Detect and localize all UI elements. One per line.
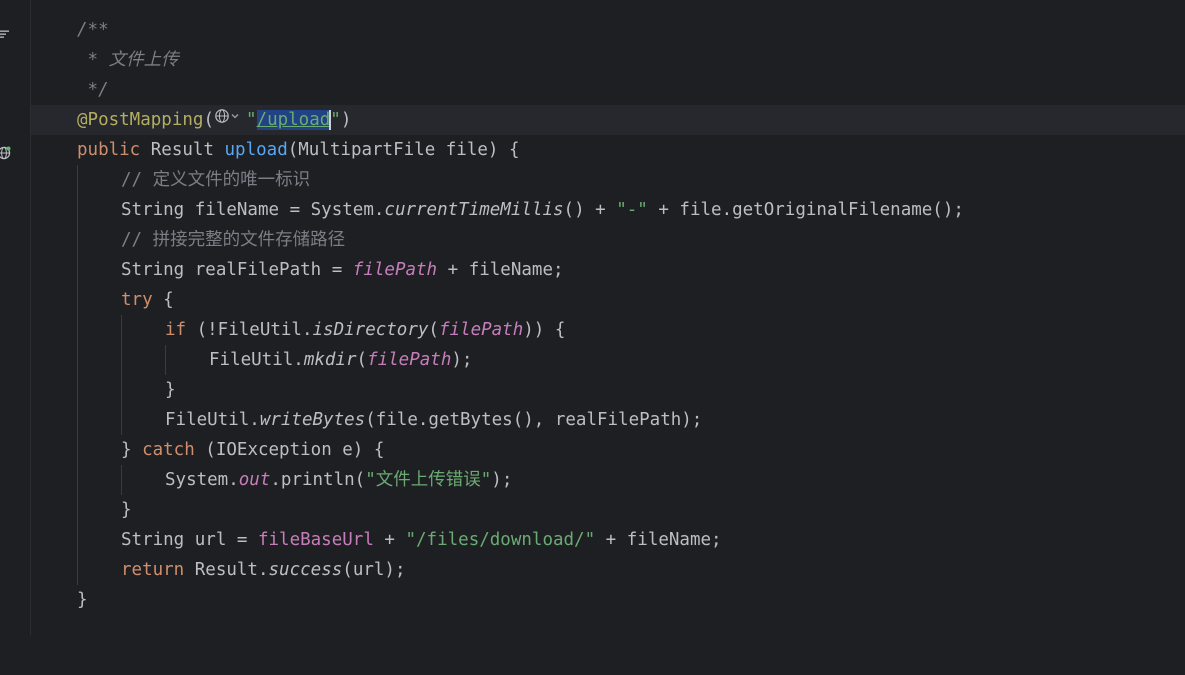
code-line-3: */ [31,75,1185,105]
code-line-19: return Result.success(url); [31,555,1185,585]
code-line-16: System.out.println("文件上传错误"); [31,465,1185,495]
chevron-down-icon [231,114,239,119]
code-line-13: } [31,375,1185,405]
code-line-11: if (!FileUtil.isDirectory(filePath)) { [31,315,1185,345]
selected-path: /upload [256,110,331,130]
code-editor[interactable]: /** * 文件上传 */ @PostMapping( "/upload") p… [31,0,1185,635]
editor-gutter [0,0,31,635]
line-comment: // 定义文件的唯一标识 [121,170,311,190]
javadoc-text: * 文件上传 [77,50,179,70]
code-line-15: } catch (IOException e) { [31,435,1185,465]
code-line-9: String realFilePath = filePath + fileNam… [31,255,1185,285]
structure-icon[interactable] [0,25,10,45]
code-line-8: // 拼接完整的文件存储路径 [31,225,1185,255]
endpoint-url-button[interactable] [214,104,246,134]
javadoc-open: /** [77,20,109,40]
javadoc-close: */ [77,80,109,100]
code-line-5: public Result upload(MultipartFile file)… [77,140,520,160]
code-line-14: FileUtil.writeBytes(file.getBytes(), rea… [31,405,1185,435]
line-comment: // 拼接完整的文件存储路径 [121,230,346,250]
code-line-20: } [77,590,88,610]
code-line-7: String fileName = System.currentTimeMill… [31,195,1185,225]
post-mapping-annotation: @PostMapping [77,110,204,130]
code-line-6: // 定义文件的唯一标识 [31,165,1185,195]
code-line-17: } [31,495,1185,525]
globe-icon [215,109,229,123]
code-line-18: String url = fileBaseUrl + "/files/downl… [31,525,1185,555]
web-endpoint-gutter-icon[interactable] [0,145,11,165]
code-line-12: FileUtil.mkdir(filePath); [31,345,1185,375]
method-name-upload: upload [224,140,288,160]
code-line-2: * 文件上传 [31,45,1185,75]
code-line-10: try { [31,285,1185,315]
code-line-4[interactable]: @PostMapping( "/upload") [31,105,1185,135]
code-line-1: /** [31,15,1185,45]
